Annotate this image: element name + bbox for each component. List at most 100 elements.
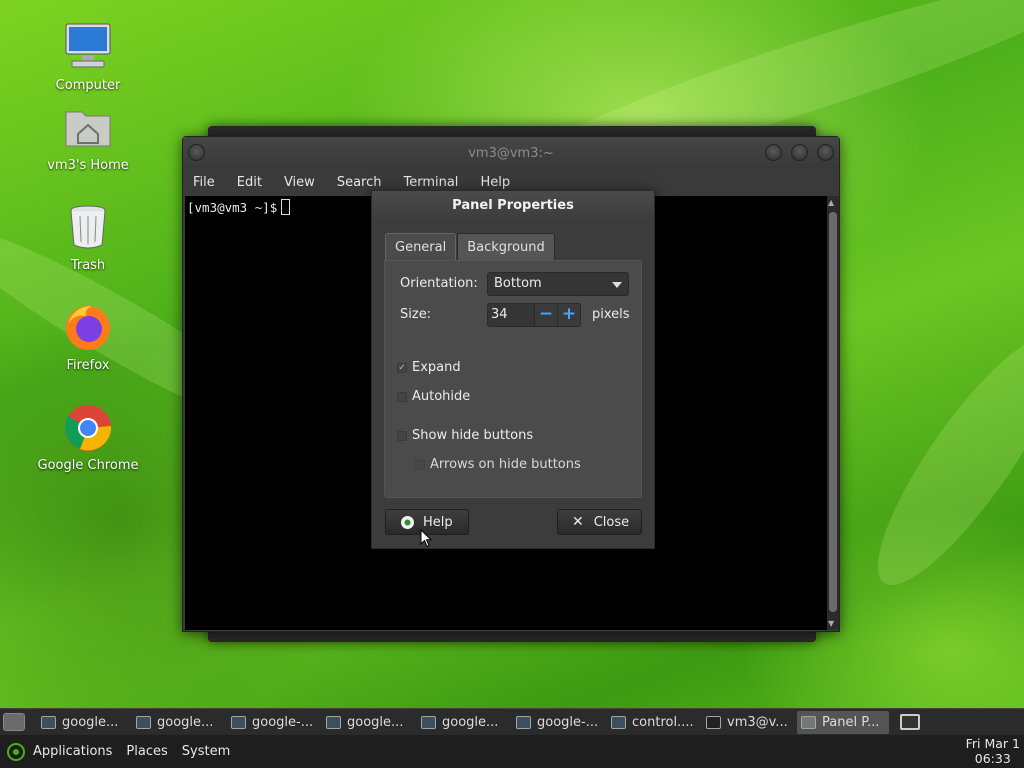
taskbar-item-terminal[interactable]: vm3@v... xyxy=(702,711,794,734)
scroll-down-icon[interactable]: ▼ xyxy=(828,619,834,628)
shell-prompt: [vm3@vm3 ~]$ xyxy=(187,200,278,215)
taskbar-item-label: google... xyxy=(157,714,214,730)
taskbar-item-google-3[interactable]: google-... xyxy=(227,711,319,734)
desktop-icon-label: Google Chrome xyxy=(37,458,139,473)
applications-menu[interactable]: Applications xyxy=(33,744,112,759)
show-desktop-icon[interactable] xyxy=(3,713,25,731)
places-menu[interactable]: Places xyxy=(126,744,167,759)
tab-general[interactable]: General xyxy=(385,233,457,260)
show-hide-buttons-checkbox[interactable] xyxy=(397,431,407,441)
dropdown-caret-icon xyxy=(612,282,622,288)
help-icon xyxy=(401,515,414,529)
trash-icon xyxy=(62,202,114,254)
desktop-icon-label: Computer xyxy=(55,78,121,93)
terminal-app-icon xyxy=(706,715,721,729)
bottom-panel: Applications Places System Fri Mar 1 06:… xyxy=(0,735,1024,768)
terminal-app-icon xyxy=(516,715,531,729)
help-button-label: Help xyxy=(423,514,453,530)
clock-date: Fri Mar 1 xyxy=(965,736,1020,751)
terminal-title: vm3@vm3:~ xyxy=(468,145,554,161)
taskbar-item-google-6[interactable]: google-... xyxy=(512,711,604,734)
orientation-select[interactable]: Bottom xyxy=(487,272,629,296)
close-button[interactable]: ✕ Close xyxy=(557,509,642,535)
desktop-icon-chrome[interactable]: Google Chrome xyxy=(23,402,153,473)
desktop-icon-label: vm3's Home xyxy=(47,158,129,173)
taskbar-item-google-2[interactable]: google... xyxy=(132,711,224,734)
terminal-app-icon xyxy=(421,715,436,729)
scroll-up-icon[interactable]: ▲ xyxy=(828,198,834,207)
expand-label[interactable]: Expand xyxy=(412,360,461,375)
taskbar-item-google-4[interactable]: google... xyxy=(322,711,414,734)
desktop-icon-firefox[interactable]: Firefox xyxy=(23,302,153,373)
minimize-button[interactable] xyxy=(765,144,782,161)
desktop-icon-label: Firefox xyxy=(66,358,110,373)
taskbar-item-label: google... xyxy=(347,714,404,730)
taskbar-item-label: google-... xyxy=(537,714,599,730)
show-hide-buttons-label[interactable]: Show hide buttons xyxy=(412,428,533,443)
terminal-app-icon xyxy=(611,715,626,729)
size-decrement-button[interactable]: − xyxy=(534,303,558,327)
taskbar-item-panel-properties[interactable]: Panel P... xyxy=(797,710,889,734)
desktop-icon-home[interactable]: vm3's Home xyxy=(23,102,153,173)
desktop-icon-label: Trash xyxy=(70,258,106,273)
desktop-icon-computer[interactable]: Computer xyxy=(23,22,153,93)
distro-logo-icon xyxy=(7,742,25,761)
clock[interactable]: Fri Mar 1 06:33 xyxy=(966,736,1020,766)
wallpaper-leaf xyxy=(851,314,1024,606)
orientation-label: Orientation: xyxy=(400,276,478,291)
home-folder-icon xyxy=(62,102,114,154)
menu-view[interactable]: View xyxy=(284,175,315,190)
size-unit-label: pixels xyxy=(592,307,630,322)
terminal-app-icon xyxy=(136,715,151,729)
orientation-value: Bottom xyxy=(494,276,542,291)
tab-bar: General Background xyxy=(385,233,555,260)
terminal-titlebar[interactable]: vm3@vm3:~ xyxy=(183,137,839,169)
panel-properties-dialog[interactable]: Panel Properties General Background Orie… xyxy=(371,190,655,549)
terminal-app-icon xyxy=(326,715,341,729)
maximize-button[interactable] xyxy=(791,144,808,161)
clock-time: 06:33 xyxy=(974,751,1011,766)
desktop-icon-trash[interactable]: Trash xyxy=(23,202,153,273)
autohide-checkbox[interactable] xyxy=(397,392,407,402)
taskbar-item-control[interactable]: control.... xyxy=(607,711,699,734)
arrows-label: Arrows on hide buttons xyxy=(430,457,581,472)
size-input[interactable]: 34 xyxy=(487,303,535,327)
taskbar-item-google-1[interactable]: google... xyxy=(37,711,129,734)
terminal-app-icon xyxy=(41,715,56,729)
size-label: Size: xyxy=(400,307,432,322)
text-cursor xyxy=(281,199,291,215)
mouse-pointer-icon xyxy=(420,529,433,548)
computer-icon xyxy=(62,22,114,74)
size-increment-button[interactable]: + xyxy=(557,303,581,327)
taskbar-item-google-5[interactable]: google... xyxy=(417,711,509,734)
taskbar-item-label: google-... xyxy=(252,714,314,730)
close-window-button[interactable] xyxy=(817,144,834,161)
arrows-checkbox xyxy=(415,460,425,470)
menu-terminal[interactable]: Terminal xyxy=(403,175,458,190)
workspace-switcher-icon[interactable] xyxy=(900,714,920,730)
terminal-scrollbar[interactable]: ▲ ▼ xyxy=(827,196,839,630)
menu-edit[interactable]: Edit xyxy=(237,175,262,190)
chrome-icon xyxy=(62,402,114,454)
window-menu-button[interactable] xyxy=(188,144,205,161)
terminal-app-icon xyxy=(231,715,246,729)
taskbar-item-label: Panel P... xyxy=(822,714,880,730)
taskbar-item-label: google... xyxy=(62,714,119,730)
menu-help[interactable]: Help xyxy=(480,175,510,190)
taskbar-item-label: control.... xyxy=(632,714,694,730)
window-list-taskbar: google... google... google-... google...… xyxy=(0,708,1024,735)
panel-app-icon xyxy=(801,715,816,729)
menu-file[interactable]: File xyxy=(193,175,215,190)
expand-checkbox[interactable]: ✓ xyxy=(397,363,407,373)
taskbar-item-label: google... xyxy=(442,714,499,730)
autohide-label[interactable]: Autohide xyxy=(412,389,470,404)
general-tab-panel: Orientation: Bottom Size: 34 − + pixels … xyxy=(384,260,642,498)
tab-background[interactable]: Background xyxy=(457,233,555,260)
close-icon: ✕ xyxy=(572,514,584,530)
firefox-icon xyxy=(62,302,114,354)
menu-search[interactable]: Search xyxy=(337,175,382,190)
dialog-title: Panel Properties xyxy=(372,191,654,221)
taskbar-item-label: vm3@v... xyxy=(727,714,788,730)
system-menu[interactable]: System xyxy=(182,744,230,759)
scrollbar-thumb[interactable] xyxy=(829,212,837,612)
